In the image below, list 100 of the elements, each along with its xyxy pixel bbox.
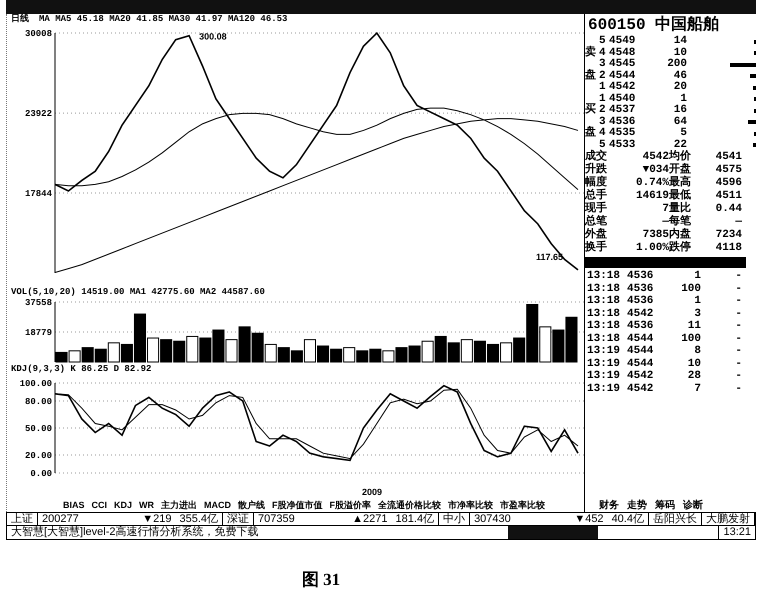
- side-label: 盘: [585, 128, 597, 140]
- bid-price: 4540: [609, 94, 636, 104]
- stat-label: 跌停: [669, 242, 692, 255]
- chart-legend: KDJ(9,3,3) K 86.25 D 82.92: [11, 364, 152, 375]
- stat-label: 每笔: [669, 216, 692, 228]
- axis-label: 0.00: [30, 469, 52, 479]
- stat-value: 0.44: [714, 203, 743, 216]
- direction-label: -: [734, 358, 743, 370]
- stat-value: 0.74%: [634, 177, 669, 190]
- index-amount: 40.4亿: [608, 513, 649, 525]
- trade-volume: 7: [693, 382, 701, 395]
- bid-price: 4545: [609, 59, 636, 70]
- price-annotation: 300.08: [199, 32, 227, 42]
- stat-label: 外盘: [585, 229, 608, 241]
- figure-caption: 图 31: [300, 569, 342, 591]
- stat-value: 7385: [642, 229, 669, 242]
- trade-price: 4544: [627, 358, 654, 370]
- trade-time: 13:18: [587, 282, 622, 295]
- trade-time: 13:19: [587, 345, 622, 358]
- bid-price: 4542: [609, 82, 636, 94]
- bid-price: 4549: [609, 36, 636, 48]
- trade-price: 4542: [627, 308, 654, 320]
- trade-time: 13:19: [587, 382, 622, 395]
- stat-value: 4596: [714, 177, 743, 190]
- bid-volume: 20: [672, 82, 687, 94]
- stat-value: 4542: [642, 151, 669, 164]
- stat-label: 升跌: [585, 164, 608, 176]
- axis-label: 20.00: [24, 451, 52, 461]
- trade-time: 13:18: [587, 308, 622, 320]
- side-label: 盘: [585, 70, 597, 82]
- index-change: ▼219: [141, 513, 172, 525]
- trade-price: 4536: [627, 295, 654, 308]
- trade-volume: 28: [686, 370, 701, 382]
- axis-label: 23922: [24, 109, 52, 120]
- level-number: 1: [599, 94, 607, 104]
- index-change: ▼452: [573, 513, 605, 525]
- bid-price: 4544: [609, 70, 636, 82]
- chart-legend: MA MA5 45.18 MA20 41.85 MA30 41.97 MA120 46.53: [39, 14, 288, 25]
- stat-value: 4575: [714, 164, 743, 177]
- trade-time: 13:19: [587, 358, 622, 370]
- index-amount: 181.4亿: [392, 513, 440, 525]
- trade-price: 4544: [627, 332, 654, 345]
- trade-price: 4542: [627, 370, 654, 382]
- stat-value: 14619: [634, 190, 669, 203]
- index-value: 307430: [473, 513, 512, 525]
- bid-volume: 5: [679, 128, 687, 140]
- period-label: 日线: [11, 14, 29, 25]
- trade-time: 13:19: [587, 370, 622, 382]
- trade-price: 4542: [627, 382, 654, 395]
- stat-label: 总手: [585, 190, 608, 202]
- trade-volume: 1: [693, 295, 701, 308]
- stat-value: 7: [661, 203, 669, 216]
- direction-label: -: [734, 295, 743, 308]
- trade-price: 4536: [627, 270, 654, 282]
- direction-label: -: [734, 282, 743, 295]
- bid-volume: 64: [672, 116, 687, 128]
- level-number: 3: [599, 59, 607, 70]
- stat-value: 4511: [714, 190, 743, 203]
- stat-label: 开盘: [669, 164, 692, 176]
- stat-label: 量比: [669, 203, 692, 215]
- stat-label: 最高: [669, 177, 692, 189]
- bid-volume: 14: [672, 36, 687, 48]
- bid-price: 4535: [609, 128, 636, 140]
- trade-time: 13:18: [587, 332, 622, 345]
- level-number: 3: [599, 116, 607, 128]
- axis-label: 17844: [24, 189, 52, 200]
- bid-price: 4536: [609, 116, 636, 128]
- trade-volume: 11: [686, 320, 701, 332]
- trade-volume: 1: [693, 270, 701, 282]
- trade-price: 4536: [627, 320, 654, 332]
- stock-title: 600150 中国船舶: [587, 14, 720, 36]
- axis-label: 50.00: [24, 424, 52, 434]
- price-annotation: 117.65: [536, 252, 564, 262]
- direction-label: -: [734, 370, 743, 382]
- bid-price: 4548: [609, 48, 636, 58]
- axis-label: 80.00: [24, 397, 52, 407]
- level-number: 1: [599, 82, 607, 94]
- index-value: 200277: [41, 513, 80, 525]
- stat-value: 1.00%: [634, 242, 669, 255]
- direction-label: -: [734, 308, 743, 320]
- stat-value: 4118: [714, 242, 743, 255]
- trade-price: 4544: [627, 345, 654, 358]
- stat-label: 内盘: [669, 229, 692, 241]
- direction-label: -: [734, 382, 743, 395]
- clock: 13:21: [718, 526, 755, 539]
- bid-volume: 200: [666, 59, 687, 70]
- trade-volume: 100: [680, 332, 701, 345]
- trade-volume: 100: [680, 282, 701, 295]
- trade-time: 13:18: [587, 320, 622, 332]
- status-message: 大智慧[大智慧]level-2高速行情分析系统，免费下载: [10, 526, 260, 539]
- stat-label: 幅度: [585, 177, 608, 189]
- trade-volume: 8: [693, 345, 701, 358]
- direction-label: -: [734, 345, 743, 358]
- bid-volume: 46: [672, 70, 687, 82]
- trade-time: 13:18: [587, 270, 622, 282]
- level-number: 5: [599, 140, 606, 150]
- axis-label: 37558: [24, 298, 52, 308]
- trade-price: 4536: [627, 282, 654, 295]
- stat-value: 4541: [714, 151, 743, 164]
- stat-label: 成交: [585, 151, 608, 163]
